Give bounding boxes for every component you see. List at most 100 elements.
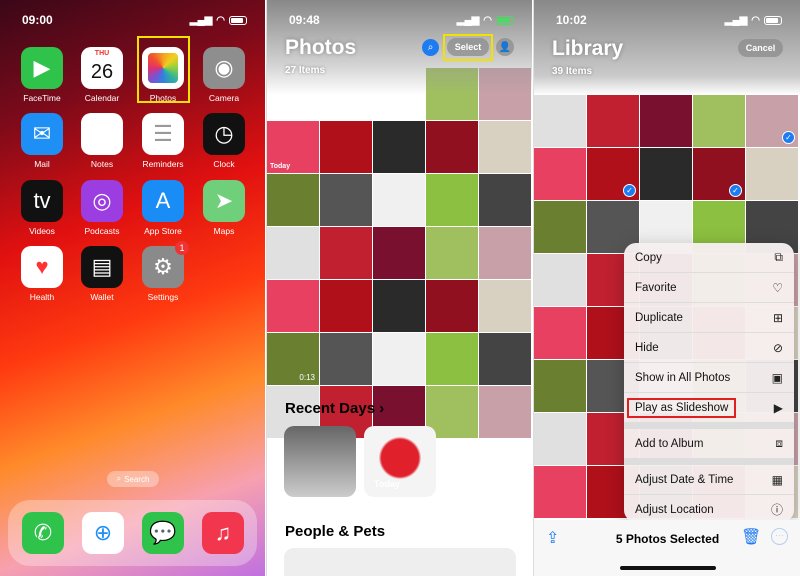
more-icon[interactable]: ··· [771,528,788,545]
photo-thumbnail[interactable] [426,333,478,385]
search-icon: ⌕ [116,474,122,483]
item-count: 39 Items [552,66,593,77]
recent-days-heading[interactable]: Recent Days › [285,400,384,417]
profile-button[interactable]: 👤 [496,38,514,56]
notes-icon [81,113,123,155]
menu-item-show-in-all-photos[interactable]: Show in All Photos ▣ [624,363,794,393]
music-icon[interactable]: ♫ [202,512,244,554]
photo-thumbnail[interactable] [746,148,798,200]
menu-item-add-to-album[interactable]: Add to Album ⧈ [624,429,794,459]
signal-icon: ▂▄▆ [724,14,748,26]
app-health[interactable]: ♥ Health [17,246,67,302]
photo-thumbnail[interactable] [267,174,319,226]
app-settings[interactable]: ⚙ 1 Settings [138,241,189,302]
photo-thumbnail[interactable] [373,333,425,385]
wifi-icon: ◠ [216,14,225,26]
photo-thumbnail[interactable] [426,280,478,332]
calendar-date: 26 [90,60,114,83]
photo-thumbnail[interactable] [373,174,425,226]
search-button[interactable]: ⌕ Search [107,471,159,487]
trash-icon[interactable]: 🗑 [741,527,761,547]
library-select: ✓ ✓ ✓ 10:02 ▂▄▆ ◠ Library 39 Items Cancel C… [533,0,800,576]
photo-thumbnail[interactable]: ✓ [746,95,798,147]
photo-thumbnail[interactable] [587,95,639,147]
photo-thumbnail[interactable] [267,280,319,332]
photo-thumbnail[interactable] [373,227,425,279]
menu-item-copy[interactable]: Copy ⧉ [624,243,794,273]
menu-item-favorite[interactable]: Favorite ♡ [624,273,794,303]
photo-thumbnail[interactable] [534,413,586,465]
search-button[interactable]: ⌕ [422,39,439,56]
photo-thumbnail[interactable] [693,95,745,147]
app-app-store[interactable]: A App Store [138,180,188,236]
facetime-icon: ▶ [21,47,63,89]
page-title: Photos [285,36,357,59]
photo-thumbnail[interactable] [320,121,372,173]
photo-thumbnail[interactable] [320,227,372,279]
photo-thumbnail[interactable]: ✓ [693,148,745,200]
photo-thumbnail[interactable] [479,174,531,226]
recent-day-card[interactable] [284,426,356,497]
photo-thumbnail[interactable] [373,121,425,173]
photo-thumbnail[interactable] [479,121,531,173]
people-pets-heading[interactable]: People & Pets [285,523,385,540]
recent-day-card-today[interactable]: Today [364,426,436,497]
photo-thumbnail[interactable] [426,174,478,226]
reminders-icon: ☰ [142,113,184,155]
app-camera[interactable]: ◉ Camera [199,47,249,103]
app-calendar[interactable]: THU 26 Calendar [77,47,127,103]
messages-icon[interactable]: 💬 [142,512,184,554]
app-mail[interactable]: ✉ Mail [17,113,67,169]
photo-thumbnail[interactable]: Today [267,121,319,173]
photo-thumbnail[interactable] [534,95,586,147]
photo-thumbnail[interactable] [320,333,372,385]
photo-thumbnail[interactable] [320,280,372,332]
wallet-icon: ▤ [81,246,123,288]
photo-thumbnail[interactable]: 0:13 [267,333,319,385]
app-store-icon: A [142,180,184,222]
menu-item-adjust-location[interactable]: Adjust Location ⓘ [624,495,794,522]
photo-thumbnail[interactable]: ✓ [587,148,639,200]
app-podcasts[interactable]: ◎ Podcasts [77,180,127,236]
photo-thumbnail[interactable] [320,174,372,226]
menu-item-duplicate[interactable]: Duplicate ⊞ [624,303,794,333]
app-reminders[interactable]: ☰ Reminders [138,113,188,169]
photo-thumbnail[interactable] [640,95,692,147]
photo-thumbnail[interactable] [534,466,586,518]
camera-icon: ◉ [203,47,245,89]
photo-thumbnail[interactable] [373,280,425,332]
photo-thumbnail[interactable] [479,280,531,332]
dock: ✆ ⊕ 💬 ♫ [8,500,257,566]
menu-item-label: Copy [635,251,662,264]
photo-thumbnail[interactable] [479,333,531,385]
people-card[interactable] [284,548,516,576]
menu-item-label: Favorite [635,281,677,294]
app-facetime[interactable]: ▶ FaceTime [17,47,67,103]
phone-icon[interactable]: ✆ [22,512,64,554]
photo-thumbnail[interactable] [426,227,478,279]
photo-thumbnail[interactable] [267,227,319,279]
photo-thumbnail[interactable] [534,201,586,253]
photo-thumbnail[interactable] [534,148,586,200]
safari-icon[interactable]: ⊕ [82,512,124,554]
photo-thumbnail[interactable] [479,227,531,279]
photo-thumbnail[interactable] [534,307,586,359]
app-maps[interactable]: ➤ Maps [199,180,249,236]
app-label: Maps [213,226,235,236]
battery-icon [229,15,247,25]
app-clock[interactable]: ◷ Clock [199,113,249,169]
cancel-button[interactable]: Cancel [738,39,783,57]
app-videos[interactable]: tv Videos [17,180,67,236]
photo-thumbnail[interactable] [640,148,692,200]
photo-thumbnail[interactable] [479,386,531,438]
menu-item-play-as-slideshow[interactable]: Play as Slideshow ▶ [624,393,794,423]
checkmark-icon: ✓ [729,184,742,197]
app-notes[interactable]: Notes [77,113,127,169]
status-bar: 09:00 ▂▄▆ ◠ [22,12,247,28]
photo-thumbnail[interactable] [426,121,478,173]
app-wallet[interactable]: ▤ Wallet [77,246,127,302]
menu-item-adjust-date-time[interactable]: Adjust Date & Time ▦ [624,465,794,495]
photo-thumbnail[interactable] [534,254,586,306]
photo-thumbnail[interactable] [534,360,586,412]
menu-item-hide[interactable]: Hide ⊘ [624,333,794,363]
